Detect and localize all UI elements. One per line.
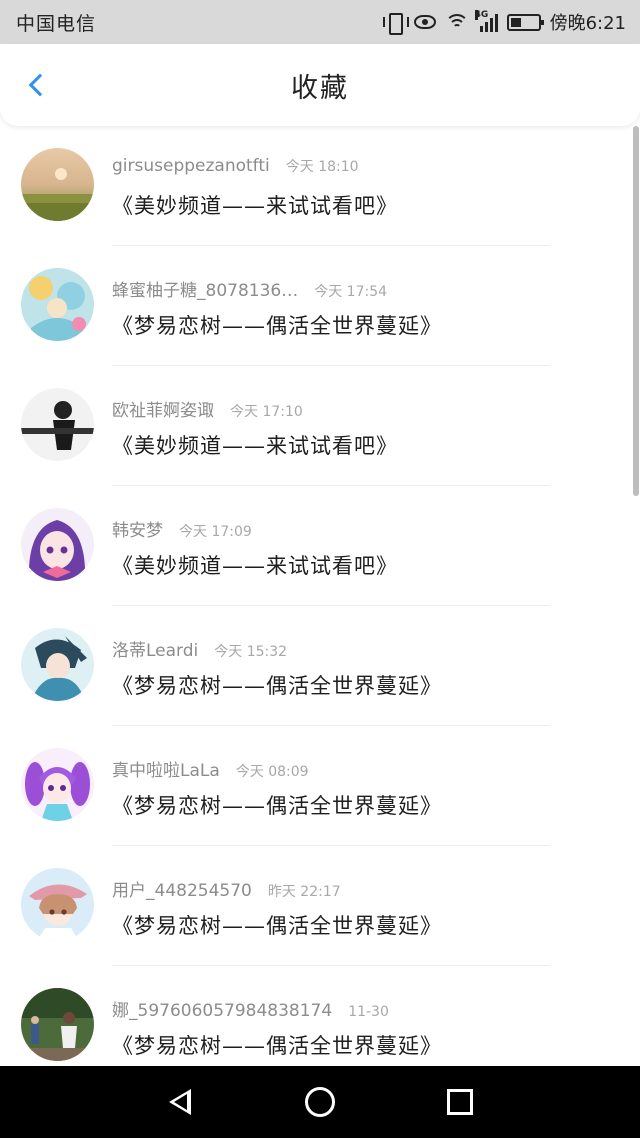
username: 娜_597606057984838174 (112, 1001, 333, 1021)
avatar[interactable] (21, 748, 94, 821)
eye-comfort-icon (413, 15, 436, 29)
item-meta: 娜_597606057984838174 11-30 (112, 996, 389, 1021)
timestamp: 今天 17:09 (179, 524, 252, 540)
list-item[interactable]: 用户_448254570 昨天 22:17 《梦易恋树——偶活全世界蔓延》 (0, 846, 630, 966)
item-meta: 真中啦啦LaLa 今天 08:09 (112, 756, 309, 781)
avatar[interactable] (21, 388, 94, 461)
item-meta: 韩安梦 今天 17:09 (112, 516, 252, 541)
scrollbar[interactable] (633, 126, 639, 496)
carrier-name: 中国电信 (16, 12, 97, 35)
favorite-title: 《美妙频道——来试试看吧》 (112, 434, 398, 458)
circle-home-icon (305, 1087, 335, 1117)
nav-back-button[interactable] (160, 1082, 200, 1122)
list-item[interactable]: 真中啦啦LaLa 今天 08:09 《梦易恋树——偶活全世界蔓延》 (0, 726, 630, 846)
avatar-image (21, 268, 94, 341)
favorite-title: 《梦易恋树——偶活全世界蔓延》 (112, 794, 442, 818)
item-meta: 蜂蜜柚子糖_8078136… 今天 17:54 (112, 276, 387, 301)
username: 欧祉菲婀姿诹 (112, 401, 214, 421)
favorite-title: 《美妙频道——来试试看吧》 (112, 194, 398, 218)
system-nav-bar (0, 1066, 640, 1138)
username: 韩安梦 (112, 521, 163, 541)
status-clock: 傍晚6:21 (549, 13, 626, 34)
lte-label: 4G (474, 10, 489, 20)
timestamp: 昨天 22:17 (267, 884, 341, 900)
list-item[interactable]: 欧祉菲婀姿诹 今天 17:10 《美妙频道——来试试看吧》 (0, 366, 630, 486)
status-icons: 4G 傍晚6:21 (382, 9, 626, 35)
avatar-image (21, 508, 94, 581)
battery-icon (506, 13, 544, 31)
avatar[interactable] (21, 988, 94, 1061)
item-meta: girsuseppezanotfti 今天 18:10 (112, 156, 359, 176)
username: 洛蒂Leardi (112, 641, 199, 661)
nav-recents-button[interactable] (440, 1082, 480, 1122)
list-item[interactable]: 蜂蜜柚子糖_8078136… 今天 17:54 《梦易恋树——偶活全世界蔓延》 (0, 246, 630, 366)
list-item[interactable]: 韩安梦 今天 17:09 《美妙频道——来试试看吧》 (0, 486, 630, 606)
avatar-image (21, 388, 94, 461)
username: girsuseppezanotfti (112, 156, 270, 176)
list-item[interactable]: girsuseppezanotfti 今天 18:10 《美妙频道——来试试看吧… (0, 126, 630, 246)
page-title: 收藏 (291, 72, 349, 104)
timestamp: 今天 08:09 (235, 764, 309, 780)
item-meta: 用户_448254570 昨天 22:17 (112, 876, 341, 901)
vibrate-icon (382, 12, 409, 35)
avatar-image (21, 148, 94, 221)
timestamp: 今天 15:32 (214, 644, 288, 660)
favorite-title: 《美妙频道——来试试看吧》 (112, 554, 398, 578)
list-item[interactable]: 娜_597606057984838174 11-30 《梦易恋树——偶活全世界蔓… (0, 966, 630, 1066)
avatar[interactable] (21, 148, 94, 221)
favorite-title: 《梦易恋树——偶活全世界蔓延》 (112, 674, 442, 698)
avatar[interactable] (21, 268, 94, 341)
item-meta: 欧祉菲婀姿诹 今天 17:10 (112, 396, 303, 421)
avatar-image (21, 628, 94, 701)
cell-signal-icon: 4G (474, 10, 498, 32)
avatar[interactable] (21, 868, 94, 941)
timestamp: 11-30 (348, 1004, 389, 1020)
list-item[interactable]: 洛蒂Leardi 今天 15:32 《梦易恋树——偶活全世界蔓延》 (0, 606, 630, 726)
timestamp: 今天 17:54 (314, 284, 388, 300)
wifi-icon (444, 12, 469, 32)
favorite-title: 《梦易恋树——偶活全世界蔓延》 (112, 914, 442, 938)
username: 蜂蜜柚子糖_8078136… (112, 281, 299, 301)
username: 用户_448254570 (112, 881, 252, 901)
timestamp: 今天 17:10 (230, 404, 303, 420)
favorite-title: 《梦易恋树——偶活全世界蔓延》 (112, 314, 442, 338)
avatar[interactable] (21, 628, 94, 701)
avatar-image (21, 748, 94, 821)
triangle-back-icon (169, 1089, 191, 1115)
favorite-title: 《梦易恋树——偶活全世界蔓延》 (112, 1034, 442, 1058)
timestamp: 今天 18:10 (285, 159, 359, 175)
nav-home-button[interactable] (300, 1082, 340, 1122)
username: 真中啦啦LaLa (112, 761, 220, 781)
square-recents-icon (447, 1089, 473, 1115)
chevron-left-icon (28, 73, 52, 97)
item-meta: 洛蒂Leardi 今天 15:32 (112, 636, 287, 661)
app-header: 收藏 (0, 44, 640, 126)
avatar[interactable] (21, 508, 94, 581)
avatar-image (21, 988, 94, 1061)
favorites-list[interactable]: girsuseppezanotfti 今天 18:10 《美妙频道——来试试看吧… (0, 126, 640, 1066)
status-bar: 中国电信 4G 傍晚6:21 (0, 0, 640, 44)
avatar-image (21, 868, 94, 941)
back-button[interactable] (20, 68, 54, 102)
